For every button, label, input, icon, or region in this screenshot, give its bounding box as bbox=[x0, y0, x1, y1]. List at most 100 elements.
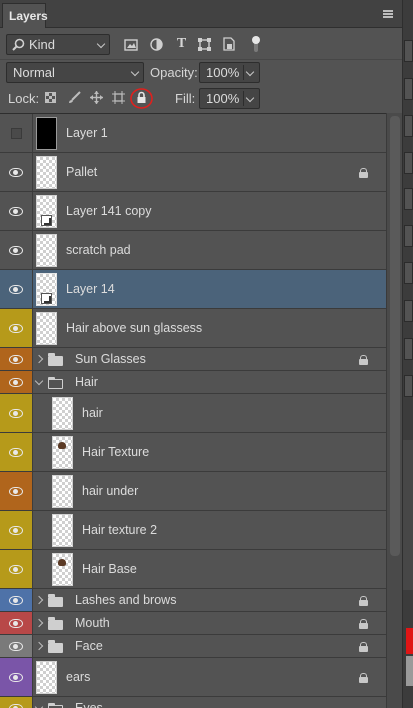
visibility-toggle[interactable] bbox=[0, 511, 33, 549]
opacity-field[interactable]: 100% bbox=[199, 62, 260, 83]
right-panel-button[interactable] bbox=[404, 188, 413, 210]
visibility-toggle[interactable] bbox=[0, 697, 33, 708]
layer-row[interactable]: hair bbox=[0, 394, 386, 433]
visibility-toggle[interactable] bbox=[0, 433, 33, 471]
layer-row[interactable]: Pallet bbox=[0, 153, 386, 192]
layer-name[interactable]: Hair Base bbox=[82, 562, 137, 576]
lock-artboard-icon[interactable] bbox=[112, 91, 125, 104]
layer-row[interactable]: Layer 141 copy bbox=[0, 192, 386, 231]
layer-name[interactable]: ears bbox=[66, 670, 90, 684]
layer-thumbnail[interactable] bbox=[52, 475, 73, 508]
right-panel-button[interactable] bbox=[404, 338, 413, 360]
layer-row[interactable]: Hair Texture bbox=[0, 433, 386, 472]
chevron-down-icon[interactable] bbox=[245, 93, 255, 103]
right-panel-button[interactable] bbox=[404, 115, 413, 137]
layer-group-row[interactable]: Mouth bbox=[0, 612, 386, 635]
layer-name[interactable]: hair bbox=[82, 406, 103, 420]
layer-list-scrollbar[interactable] bbox=[386, 113, 402, 708]
visibility-toggle[interactable] bbox=[0, 658, 33, 696]
lock-position-icon[interactable] bbox=[90, 91, 103, 104]
swatch-gray[interactable] bbox=[406, 656, 413, 686]
filter-type-icon[interactable]: T bbox=[175, 36, 188, 51]
layer-name[interactable]: Eyes bbox=[75, 701, 103, 708]
visibility-toggle[interactable] bbox=[0, 635, 33, 657]
lock-image-pixels-icon[interactable] bbox=[68, 91, 81, 104]
swatch-red[interactable] bbox=[406, 628, 413, 654]
right-panel-button[interactable] bbox=[404, 262, 413, 284]
layer-name[interactable]: hair under bbox=[82, 484, 138, 498]
visibility-toggle[interactable] bbox=[0, 472, 33, 510]
layer-row[interactable]: Hair above sun glassess bbox=[0, 309, 386, 348]
layer-thumbnail[interactable] bbox=[36, 234, 57, 267]
visibility-toggle[interactable] bbox=[0, 589, 33, 611]
layer-thumbnail[interactable] bbox=[36, 156, 57, 189]
visibility-toggle[interactable] bbox=[0, 612, 33, 634]
right-panel-button[interactable] bbox=[404, 375, 413, 397]
layer-group-row[interactable]: Eyes bbox=[0, 697, 386, 708]
layer-row[interactable]: Hair Base bbox=[0, 550, 386, 589]
layer-group-row[interactable]: Hair bbox=[0, 371, 386, 394]
visibility-toggle[interactable] bbox=[0, 348, 33, 370]
visibility-toggle[interactable] bbox=[0, 550, 33, 588]
chevron-right-icon[interactable] bbox=[34, 618, 44, 628]
right-panel-button[interactable] bbox=[404, 40, 413, 62]
filter-toggle-switch[interactable] bbox=[250, 35, 262, 53]
layer-thumbnail[interactable] bbox=[52, 397, 73, 430]
chevron-right-icon[interactable] bbox=[34, 641, 44, 651]
layer-name[interactable]: scratch pad bbox=[66, 243, 131, 257]
layer-thumbnail[interactable] bbox=[36, 195, 57, 228]
layer-name[interactable]: Hair texture 2 bbox=[82, 523, 157, 537]
visibility-toggle[interactable] bbox=[0, 153, 33, 191]
layer-name[interactable]: Pallet bbox=[66, 165, 97, 179]
layer-thumbnail[interactable] bbox=[36, 312, 57, 345]
layer-row[interactable]: Layer 14 bbox=[0, 270, 386, 309]
right-panel-button[interactable] bbox=[404, 225, 413, 247]
lock-all-icon[interactable] bbox=[130, 88, 153, 109]
layer-name[interactable]: Hair bbox=[75, 375, 98, 389]
filter-kind-dropdown[interactable]: Kind bbox=[6, 34, 110, 55]
scrollbar-thumb[interactable] bbox=[390, 116, 400, 556]
visibility-toggle[interactable] bbox=[0, 309, 33, 347]
visibility-toggle[interactable] bbox=[0, 231, 33, 269]
panel-menu-icon[interactable] bbox=[383, 10, 393, 18]
chevron-right-icon[interactable] bbox=[34, 354, 44, 364]
visibility-toggle[interactable] bbox=[0, 371, 33, 393]
chevron-down-icon[interactable] bbox=[34, 702, 44, 708]
layer-thumbnail[interactable] bbox=[52, 436, 73, 469]
layer-thumbnail[interactable] bbox=[52, 553, 73, 586]
layer-thumbnail[interactable] bbox=[36, 273, 57, 306]
chevron-down-icon[interactable] bbox=[34, 376, 44, 386]
filter-adjustment-icon[interactable] bbox=[150, 38, 163, 51]
lock-transparent-pixels-icon[interactable] bbox=[45, 92, 56, 103]
right-panel-button[interactable] bbox=[404, 152, 413, 174]
blend-mode-dropdown[interactable]: Normal bbox=[6, 62, 144, 83]
right-panel-button[interactable] bbox=[404, 300, 413, 322]
filter-pixel-icon[interactable] bbox=[124, 38, 138, 51]
visibility-toggle[interactable] bbox=[0, 192, 33, 230]
fill-field[interactable]: 100% bbox=[199, 88, 260, 109]
layer-name[interactable]: Layer 141 copy bbox=[66, 204, 151, 218]
layer-name[interactable]: Hair above sun glassess bbox=[66, 321, 202, 335]
visibility-toggle[interactable] bbox=[0, 270, 33, 308]
layer-name[interactable]: Layer 1 bbox=[66, 126, 108, 140]
layer-row[interactable]: ears bbox=[0, 658, 386, 697]
layer-name[interactable]: Mouth bbox=[75, 616, 110, 630]
tab-layers[interactable]: Layers bbox=[2, 3, 48, 28]
right-panel-button[interactable] bbox=[404, 78, 413, 100]
layer-group-row[interactable]: Face bbox=[0, 635, 386, 658]
layer-thumbnail[interactable] bbox=[36, 661, 57, 694]
layer-row[interactable]: Layer 1 bbox=[0, 114, 386, 153]
filter-smart-object-icon[interactable] bbox=[223, 37, 235, 51]
layer-row[interactable]: hair under bbox=[0, 472, 386, 511]
layer-name[interactable]: Lashes and brows bbox=[75, 593, 176, 607]
layer-name[interactable]: Face bbox=[75, 639, 103, 653]
chevron-down-icon[interactable] bbox=[245, 67, 255, 77]
visibility-toggle[interactable] bbox=[0, 114, 33, 152]
filter-shape-icon[interactable] bbox=[198, 38, 211, 51]
layer-name[interactable]: Sun Glasses bbox=[75, 352, 146, 366]
layer-group-row[interactable]: Sun Glasses bbox=[0, 348, 386, 371]
layer-name[interactable]: Hair Texture bbox=[82, 445, 149, 459]
visibility-toggle[interactable] bbox=[0, 394, 33, 432]
layer-group-row[interactable]: Lashes and brows bbox=[0, 589, 386, 612]
layer-name[interactable]: Layer 14 bbox=[66, 282, 115, 296]
